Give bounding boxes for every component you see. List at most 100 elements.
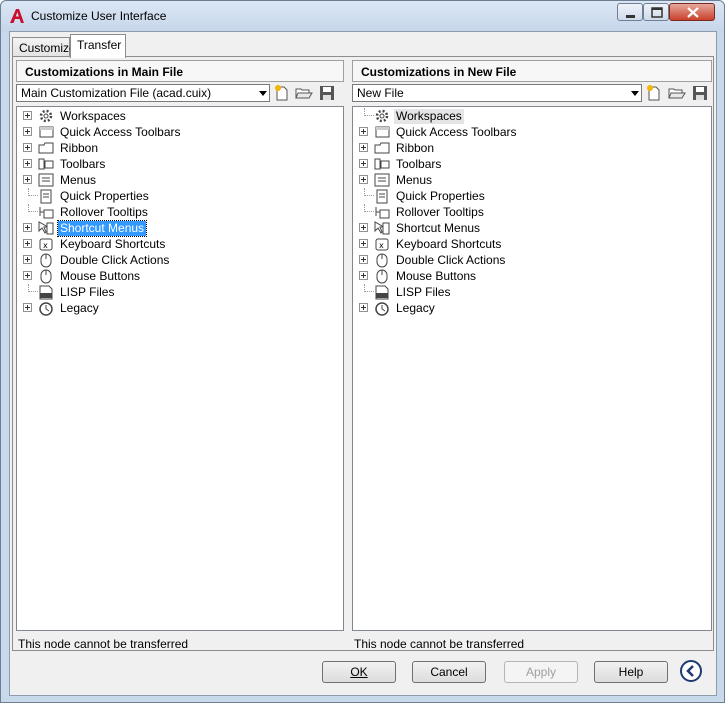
tree-node-label[interactable]: Workspaces [58, 109, 128, 124]
expand-icon[interactable] [23, 255, 32, 264]
cancel-button[interactable]: Cancel [412, 661, 486, 683]
keyboard-shortcuts-icon: x [39, 238, 53, 251]
apply-button[interactable]: Apply [504, 661, 578, 683]
tree-node-label[interactable]: Workspaces [394, 109, 464, 124]
tree-node-label[interactable]: Legacy [58, 301, 101, 316]
tree-node-label[interactable]: Keyboard Shortcuts [394, 237, 503, 252]
tree-node-label[interactable]: Quick Access Toolbars [394, 125, 519, 140]
tree-node-label[interactable]: Toolbars [394, 157, 443, 172]
minimize-button[interactable] [617, 3, 643, 21]
expand-icon[interactable] [23, 127, 32, 136]
tree-connector [28, 188, 29, 196]
tree-node-label[interactable]: Mouse Buttons [58, 269, 142, 284]
double-click-actions-icon [40, 253, 52, 268]
tree-node-legacy[interactable]: Legacy [17, 300, 337, 316]
expand-icon[interactable] [359, 271, 368, 280]
help-button[interactable]: Help [594, 661, 668, 683]
tree-node-quick-properties[interactable]: Quick Properties [353, 188, 673, 204]
expand-icon[interactable] [23, 303, 32, 312]
expand-icon[interactable] [23, 111, 32, 120]
tree-node-label[interactable]: LISP Files [58, 285, 116, 300]
tab-customize[interactable]: Customize [12, 37, 76, 57]
tree-node-shortcut-menus[interactable]: Shortcut Menus [17, 220, 337, 237]
new-file-icon[interactable] [645, 84, 663, 102]
expand-icon[interactable] [359, 239, 368, 248]
expand-icon[interactable] [359, 143, 368, 152]
open-file-icon[interactable] [668, 84, 686, 102]
tree-node-keyboard-shortcuts[interactable]: x Keyboard Shortcuts [353, 236, 673, 252]
save-file-icon[interactable] [691, 84, 709, 102]
tree-node-label[interactable]: Quick Access Toolbars [58, 125, 183, 140]
tree-node-ribbon[interactable]: Ribbon [17, 140, 337, 156]
save-file-icon[interactable] [318, 84, 336, 102]
tree-node-quick-access-toolbars[interactable]: Quick Access Toolbars [353, 124, 673, 140]
tree-node-toolbars[interactable]: Toolbars [17, 156, 337, 172]
tree-node-label[interactable]: Ribbon [58, 141, 100, 156]
expand-icon[interactable] [359, 303, 368, 312]
tree-node-workspaces[interactable]: Workspaces [17, 108, 337, 124]
tree-node-keyboard-shortcuts[interactable]: x Keyboard Shortcuts [17, 236, 337, 252]
ribbon-icon [38, 142, 54, 154]
maximize-button[interactable] [643, 3, 669, 21]
tree-node-label[interactable]: Menus [394, 173, 434, 188]
expand-icon[interactable] [359, 223, 368, 232]
tree-node-label[interactable]: Legacy [394, 301, 437, 316]
tree-node-label[interactable]: Rollover Tooltips [394, 205, 486, 220]
new-file-icon[interactable] [273, 84, 291, 102]
expand-icon[interactable] [359, 255, 368, 264]
expand-icon[interactable] [23, 271, 32, 280]
tree-node-label[interactable]: LISP Files [394, 285, 452, 300]
tree-node-double-click-actions[interactable]: Double Click Actions [17, 252, 337, 268]
tree-node-quick-access-toolbars[interactable]: Quick Access Toolbars [17, 124, 337, 140]
expand-icon[interactable] [359, 127, 368, 136]
right-tree-view[interactable]: Workspaces Quick Access Toolbars Ribbon Too… [352, 106, 712, 631]
expand-icon[interactable] [23, 223, 32, 232]
quick-access-toolbars-icon [39, 126, 54, 138]
tree-node-label[interactable]: Toolbars [58, 157, 107, 172]
close-button[interactable] [669, 3, 715, 21]
expand-icon[interactable] [23, 159, 32, 168]
tree-node-legacy[interactable]: Legacy [353, 300, 673, 316]
tree-node-label[interactable]: Menus [58, 173, 98, 188]
tree-node-menus[interactable]: Menus [17, 172, 337, 188]
tree-node-double-click-actions[interactable]: Double Click Actions [353, 252, 673, 268]
right-file-combo[interactable]: New File [352, 84, 642, 102]
left-file-combo[interactable]: Main Customization File (acad.cuix) [16, 84, 270, 102]
tree-node-lisp-files[interactable]: LISP Files [17, 284, 337, 300]
collapse-panel-button[interactable] [680, 660, 702, 682]
expand-icon[interactable] [359, 175, 368, 184]
title-bar[interactable]: Customize User Interface [1, 1, 724, 31]
tree-node-rollover-tooltips[interactable]: Rollover Tooltips [353, 204, 673, 220]
tree-node-mouse-buttons[interactable]: Mouse Buttons [353, 268, 673, 284]
tree-node-mouse-buttons[interactable]: Mouse Buttons [17, 268, 337, 284]
tree-node-ribbon[interactable]: Ribbon [353, 140, 673, 156]
tree-node-label[interactable]: Mouse Buttons [394, 269, 478, 284]
tree-node-toolbars[interactable]: Toolbars [353, 156, 673, 172]
tree-node-lisp-files[interactable]: LISP Files [353, 284, 673, 300]
close-icon [687, 7, 699, 18]
tree-node-quick-properties[interactable]: Quick Properties [17, 188, 337, 204]
expand-icon[interactable] [359, 159, 368, 168]
tree-node-rollover-tooltips[interactable]: Rollover Tooltips [17, 204, 337, 220]
tree-node-workspaces[interactable]: Workspaces [353, 108, 673, 124]
tree-node-label[interactable]: Keyboard Shortcuts [58, 237, 167, 252]
expand-icon[interactable] [23, 143, 32, 152]
tree-node-label[interactable]: Ribbon [394, 141, 436, 156]
tree-node-label[interactable]: Quick Properties [58, 189, 151, 204]
expand-icon[interactable] [23, 239, 32, 248]
ok-button[interactable]: OK [322, 661, 396, 683]
tree-node-label[interactable]: Double Click Actions [58, 253, 171, 268]
expand-icon[interactable] [23, 175, 32, 184]
workspaces-icon [39, 109, 53, 123]
left-tree-view[interactable]: Workspaces Quick Access Toolbars Ribbon Too… [16, 106, 344, 631]
open-file-icon[interactable] [295, 84, 313, 102]
tree-node-shortcut-menus[interactable]: Shortcut Menus [353, 220, 673, 236]
tree-node-menus[interactable]: Menus [353, 172, 673, 188]
tab-transfer[interactable]: Transfer [70, 34, 126, 58]
tree-node-label[interactable]: Quick Properties [394, 189, 487, 204]
tree-node-label[interactable]: Double Click Actions [394, 253, 507, 268]
tree-node-label[interactable]: Rollover Tooltips [58, 205, 150, 220]
tree-node-label[interactable]: Shortcut Menus [394, 221, 482, 236]
tree-node-label[interactable]: Shortcut Menus [56, 220, 148, 237]
transfer-tab-panel: Customizations in Main File Main Customi… [12, 56, 714, 651]
